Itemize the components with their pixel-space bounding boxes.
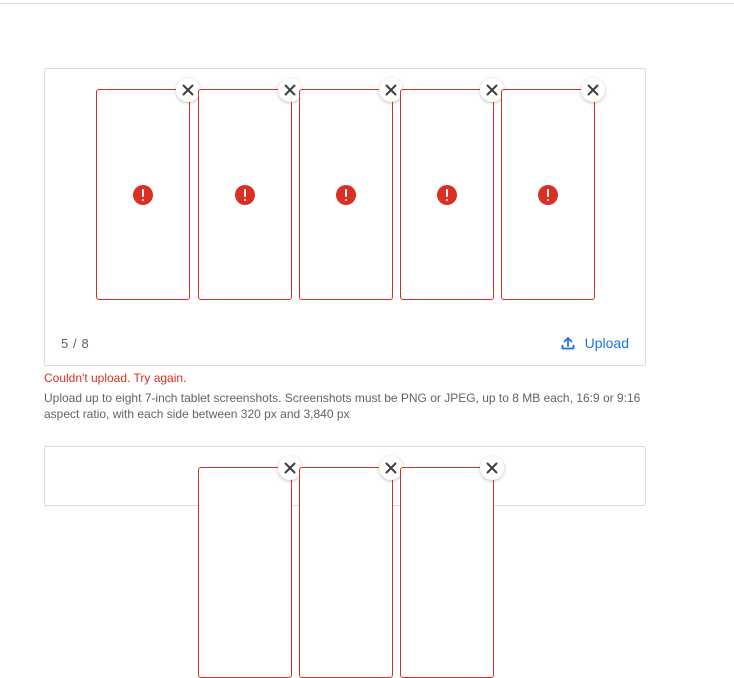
close-icon	[182, 84, 194, 96]
screenshot-panel-7-inch: 5 / 8 Upload	[44, 68, 646, 366]
screenshot-slot-1[interactable]	[96, 78, 200, 300]
upload-button[interactable]: Upload	[561, 335, 629, 351]
screenshot-count: 5 / 8	[61, 336, 90, 351]
screenshot-slot-5[interactable]	[501, 78, 605, 300]
screenshot-slot-1[interactable]	[198, 456, 302, 678]
upload-button-label: Upload	[584, 335, 629, 351]
close-icon	[486, 462, 498, 474]
close-icon	[385, 84, 397, 96]
remove-screenshot-button[interactable]	[480, 456, 504, 480]
error-icon	[437, 184, 457, 205]
error-icon	[133, 184, 153, 205]
top-divider	[0, 3, 734, 4]
remove-screenshot-button[interactable]	[176, 78, 200, 102]
remove-screenshot-button[interactable]	[581, 78, 605, 102]
screenshot-slot-2[interactable]	[198, 78, 302, 300]
upload-help-text: Upload up to eight 7-inch tablet screens…	[44, 391, 641, 421]
close-icon	[284, 462, 296, 474]
close-icon	[486, 84, 498, 96]
screenshot-slot-2[interactable]	[299, 456, 403, 678]
close-icon	[385, 462, 397, 474]
screenshot-slot-3[interactable]	[400, 456, 504, 678]
error-icon	[235, 184, 255, 205]
close-icon	[284, 84, 296, 96]
upload-icon	[561, 337, 575, 350]
upload-error-message: Couldn't upload. Try again.	[44, 371, 187, 385]
error-icon	[336, 184, 356, 205]
screenshot-slot-4[interactable]	[400, 78, 504, 300]
screenshot-panel-10-inch	[44, 446, 646, 678]
screenshot-slot-3[interactable]	[299, 78, 403, 300]
close-icon	[587, 84, 599, 96]
error-icon	[538, 184, 558, 205]
